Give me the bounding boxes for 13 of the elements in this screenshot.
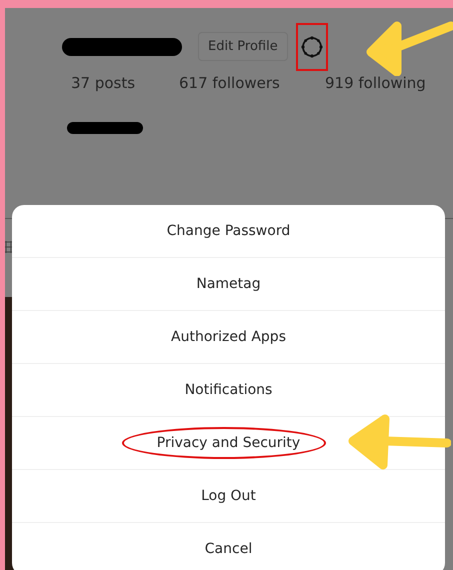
grid-icon[interactable]: [5, 241, 13, 253]
stat-count[interactable]: 919 following: [325, 74, 426, 92]
stat-count[interactable]: 37 posts: [71, 74, 179, 92]
menu-item[interactable]: Log Out: [201, 488, 256, 504]
menu-item[interactable]: Cancel: [204, 541, 252, 557]
menu-item[interactable]: Nametag: [196, 276, 261, 292]
menu-item[interactable]: Notifications: [184, 382, 272, 398]
settings-icon[interactable]: [300, 34, 324, 58]
edit-profile-button[interactable]: Edit Profile: [198, 32, 288, 61]
stat-count[interactable]: 617 followers: [179, 74, 325, 92]
menu-item[interactable]: Authorized Apps: [171, 329, 286, 345]
menu-item[interactable]: Change Password: [166, 223, 290, 239]
menu-item[interactable]: Privacy and Security: [156, 435, 300, 451]
